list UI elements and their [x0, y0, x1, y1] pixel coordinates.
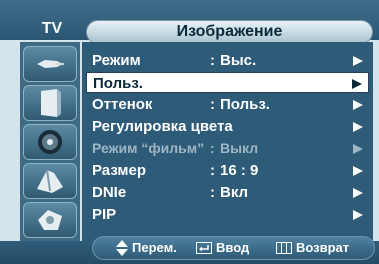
move-updown-icon	[116, 240, 128, 256]
help-return-label: Возврат	[296, 240, 350, 255]
menu-item-label: Польз.	[93, 75, 143, 92]
tv-label: TV	[41, 20, 63, 37]
help-return: Возврат	[276, 236, 349, 260]
help-enter-label: Ввод	[216, 240, 250, 255]
arrow-right-icon	[353, 144, 363, 154]
menu-item-colon: :	[210, 52, 215, 69]
menu-item-dnie[interactable]: DNIe : Вкл	[86, 182, 369, 203]
menu-title: Изображение	[86, 20, 373, 44]
menu-item-colon: :	[210, 140, 215, 156]
arrow-right-icon	[353, 122, 363, 132]
menu-item-label: Размер	[92, 162, 147, 179]
menu-item-color-control[interactable]: Регулировка цвета	[86, 116, 369, 137]
help-move: Перем.	[116, 236, 177, 260]
return-icon	[276, 242, 292, 254]
arrow-right-icon	[353, 56, 363, 66]
setup-icon[interactable]	[23, 202, 77, 238]
menu-item-film-mode: Режим “фильм” : Выкл	[86, 138, 369, 159]
menu-item-mode[interactable]: Режим : Выс.	[86, 50, 369, 71]
menu-item-label: PIP	[92, 206, 117, 223]
sidebar	[20, 42, 80, 241]
arrow-right-icon	[352, 79, 362, 89]
menu-item-custom[interactable]: Польз.	[86, 72, 369, 93]
arrow-right-icon	[353, 100, 363, 110]
input-icon[interactable]	[23, 46, 77, 82]
menu-item-colon: :	[210, 184, 215, 201]
menu-item-value: Вкл	[220, 184, 249, 201]
help-move-label: Перем.	[132, 240, 177, 255]
menu-item-colon: :	[210, 162, 215, 179]
arrow-right-icon	[353, 166, 363, 176]
menu-item-label: Режим	[92, 52, 141, 69]
arrow-right-icon	[353, 210, 363, 220]
menu-item-colon: :	[210, 96, 215, 113]
menu-item-value: Польз.	[220, 96, 270, 113]
channel-icon[interactable]	[23, 163, 77, 199]
menu-item-pip[interactable]: PIP	[86, 204, 369, 225]
enter-icon	[196, 242, 212, 254]
menu-item-value: Выс.	[220, 52, 257, 69]
picture-icon[interactable]	[23, 85, 77, 121]
arrow-right-icon	[353, 188, 363, 198]
menu-item-label: Регулировка цвета	[92, 118, 233, 135]
sound-icon[interactable]	[23, 124, 77, 160]
menu-item-value: 16 : 9	[220, 162, 259, 179]
menu-item-size[interactable]: Размер : 16 : 9	[86, 160, 369, 181]
menu-item-tone[interactable]: Оттенок : Польз.	[86, 94, 369, 115]
menu-panel: Режим : Выс. Польз. Оттенок : Польз. Рег…	[82, 42, 373, 241]
help-enter: Ввод	[196, 236, 249, 260]
menu-item-label: Режим “фильм”	[92, 140, 205, 156]
menu-item-label: DNIe	[92, 184, 127, 201]
menu-item-value: Выкл	[220, 140, 259, 156]
menu-item-label: Оттенок	[92, 96, 153, 113]
